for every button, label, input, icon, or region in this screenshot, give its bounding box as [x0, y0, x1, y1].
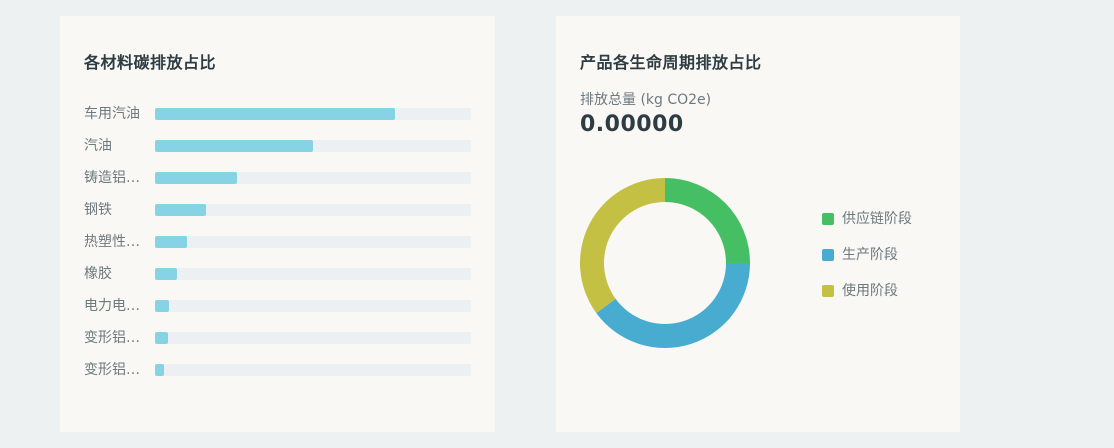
material-bar-label: 车用汽油 — [84, 106, 140, 122]
material-bar-fill[interactable] — [155, 364, 164, 376]
material-bar-fill[interactable] — [155, 300, 169, 312]
lifecycle-card-title: 产品各生命周期排放占比 — [580, 53, 762, 72]
lifecycle-donut-chart[interactable] — [576, 174, 754, 352]
donut-segment[interactable] — [580, 178, 665, 313]
donut-segment[interactable] — [596, 263, 750, 348]
legend-swatch-icon — [822, 213, 834, 225]
material-bar-label: 电力电… — [84, 298, 140, 314]
material-bar-label: 变形铝… — [84, 330, 140, 346]
material-bar-label: 铸造铝… — [84, 170, 140, 186]
material-bar-fill[interactable] — [155, 268, 177, 280]
legend-swatch-icon — [822, 285, 834, 297]
material-bar-label: 热塑性… — [84, 234, 140, 250]
material-bar-row[interactable]: 钢铁 — [84, 200, 474, 220]
material-bar-row[interactable]: 车用汽油 — [84, 104, 474, 124]
materials-card-title: 各材料碳排放占比 — [84, 53, 217, 72]
material-bar-fill[interactable] — [155, 172, 237, 184]
donut-segment[interactable] — [665, 178, 750, 263]
material-bar-row[interactable]: 铸造铝… — [84, 168, 474, 188]
material-bar-track — [155, 108, 471, 120]
material-bar-track — [155, 268, 471, 280]
material-bar-row[interactable]: 橡胶 — [84, 264, 474, 284]
material-bar-row[interactable]: 热塑性… — [84, 232, 474, 252]
material-bar-track — [155, 236, 471, 248]
material-bar-label: 钢铁 — [84, 202, 112, 218]
legend-item[interactable]: 生产阶段 — [822, 245, 912, 265]
material-bar-track — [155, 300, 471, 312]
materials-emission-card: 各材料碳排放占比 车用汽油汽油铸造铝… 钢铁热塑性… 橡胶电力电… 变形铝… 变形铝… — [60, 16, 495, 432]
legend-item[interactable]: 使用阶段 — [822, 281, 912, 301]
material-bar-track — [155, 364, 471, 376]
material-bar-track — [155, 204, 471, 216]
legend-label: 供应链阶段 — [842, 211, 912, 227]
material-bar-label: 变形铝… — [84, 362, 140, 378]
material-bar-fill[interactable] — [155, 140, 313, 152]
material-bar-label: 橡胶 — [84, 266, 112, 282]
lifecycle-emission-card: 产品各生命周期排放占比 排放总量 (kg CO2e) 0.00000 供应链阶段… — [556, 16, 960, 432]
material-bar-track — [155, 140, 471, 152]
material-bar-row[interactable]: 汽油 — [84, 136, 474, 156]
total-emission-value: 0.00000 — [580, 112, 684, 137]
material-bar-track — [155, 332, 471, 344]
material-bar-fill[interactable] — [155, 204, 206, 216]
material-bar-fill[interactable] — [155, 236, 187, 248]
material-bar-row[interactable]: 变形铝… — [84, 360, 474, 380]
lifecycle-legend: 供应链阶段生产阶段使用阶段 — [822, 209, 912, 317]
legend-label: 生产阶段 — [842, 247, 898, 263]
material-bar-row[interactable]: 变形铝… — [84, 328, 474, 348]
material-bar-fill[interactable] — [155, 108, 395, 120]
material-bar-label: 汽油 — [84, 138, 112, 154]
legend-item[interactable]: 供应链阶段 — [822, 209, 912, 229]
total-emission-label: 排放总量 (kg CO2e) — [580, 92, 712, 108]
legend-swatch-icon — [822, 249, 834, 261]
material-bar-row[interactable]: 电力电… — [84, 296, 474, 316]
material-bar-fill[interactable] — [155, 332, 168, 344]
legend-label: 使用阶段 — [842, 283, 898, 299]
material-bar-track — [155, 172, 471, 184]
